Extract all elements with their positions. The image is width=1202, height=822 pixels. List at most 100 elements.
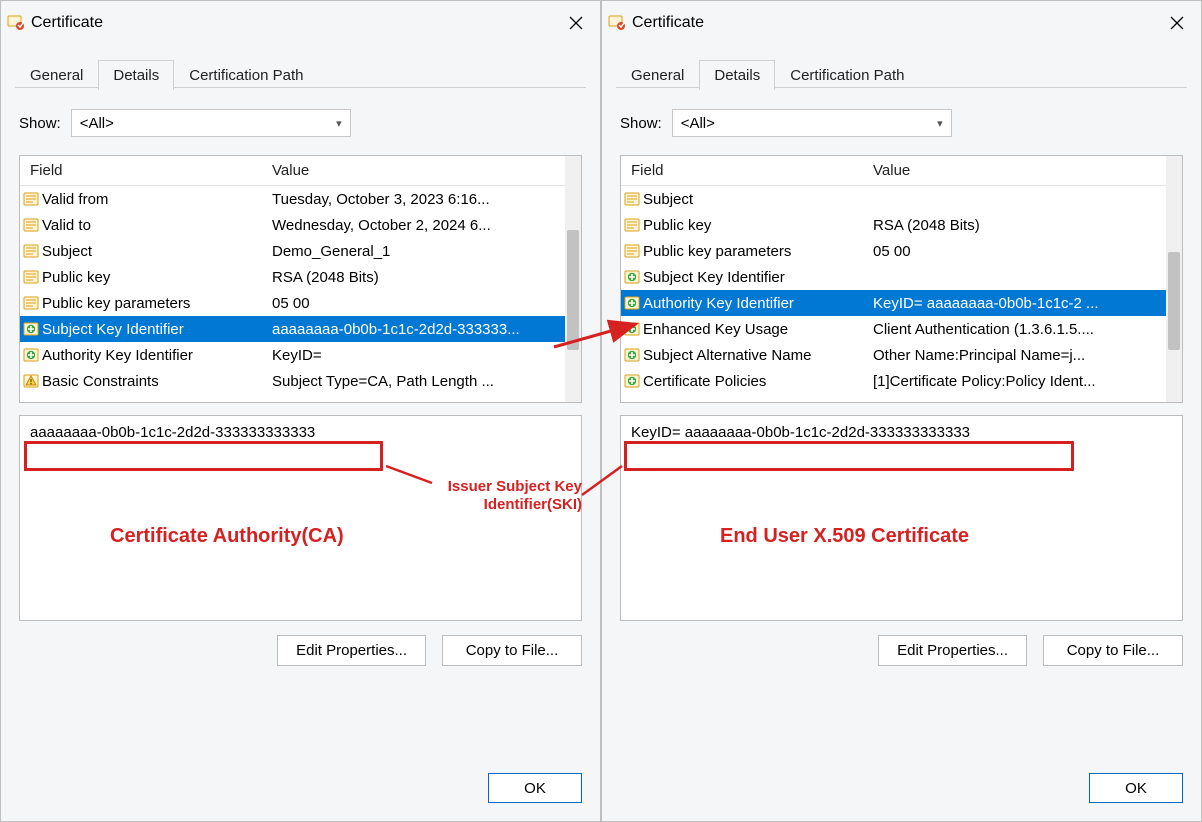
table-row[interactable]: Subject Alternative NameOther Name:Princ… <box>621 342 1166 368</box>
close-button[interactable] <box>1153 1 1201 45</box>
header-field[interactable]: Field <box>621 162 873 179</box>
value-cell: 05 00 <box>272 295 565 312</box>
certificate-icon <box>7 14 25 32</box>
details-pane: aaaaaaaa-0b0b-1c1c-2d2d-333333333333 <box>19 415 582 621</box>
tab-certification-path[interactable]: Certification Path <box>174 60 318 90</box>
edit-properties-button[interactable]: Edit Properties... <box>277 635 426 666</box>
field-cell: Public key parameters <box>42 295 272 312</box>
table-row[interactable]: Public keyRSA (2048 Bits) <box>621 212 1166 238</box>
button-row: Edit Properties... Copy to File... <box>620 635 1183 666</box>
fields-listview: Field Value Subject Public keyRSA (2048 B… <box>620 155 1183 403</box>
field-cell: Subject Key Identifier <box>42 321 272 338</box>
property-icon <box>621 217 643 233</box>
scrollbar-track[interactable] <box>565 156 581 402</box>
property-icon <box>20 295 42 311</box>
tab-general[interactable]: General <box>15 60 98 90</box>
show-label: Show: <box>620 115 662 132</box>
value-cell: RSA (2048 Bits) <box>272 269 565 286</box>
copy-to-file-button[interactable]: Copy to File... <box>1043 635 1183 666</box>
show-label: Show: <box>19 115 61 132</box>
details-text: KeyID= aaaaaaaa-0b0b-1c1c-2d2d-333333333… <box>631 424 970 441</box>
certificate-dialog-right: Certificate General Details Certificatio… <box>601 0 1202 822</box>
chevron-down-icon: ▾ <box>937 117 943 130</box>
table-row[interactable]: Subject Key Identifier <box>621 264 1166 290</box>
button-row: Edit Properties... Copy to File... <box>19 635 582 666</box>
tab-general[interactable]: General <box>616 60 699 90</box>
value-cell: Demo_General_1 <box>272 243 565 260</box>
table-row[interactable]: Valid toWednesday, October 2, 2024 6... <box>20 212 565 238</box>
table-row[interactable]: Basic ConstraintsSubject Type=CA, Path L… <box>20 368 565 394</box>
field-cell: Authority Key Identifier <box>42 347 272 364</box>
show-row: Show: <All> ▾ <box>19 109 582 137</box>
field-cell: Valid from <box>42 191 272 208</box>
titlebar: Certificate <box>602 1 1201 45</box>
table-row[interactable]: Public key parameters05 00 <box>621 238 1166 264</box>
field-cell: Public key parameters <box>643 243 873 260</box>
tab-details[interactable]: Details <box>98 60 174 90</box>
table-row[interactable]: Public key parameters05 00 <box>20 290 565 316</box>
field-cell: Authority Key Identifier <box>643 295 873 312</box>
titlebar: Certificate <box>1 1 600 45</box>
field-cell: Subject <box>643 191 873 208</box>
close-button[interactable] <box>552 1 600 45</box>
footer: OK <box>1 773 600 821</box>
show-dropdown[interactable]: <All> ▾ <box>672 109 952 137</box>
field-cell: Enhanced Key Usage <box>643 321 873 338</box>
table-row[interactable]: Subject Key Identifieraaaaaaaa-0b0b-1c1c… <box>20 316 565 342</box>
header-field[interactable]: Field <box>20 162 272 179</box>
table-row[interactable]: SubjectDemo_General_1 <box>20 238 565 264</box>
show-dropdown[interactable]: <All> ▾ <box>71 109 351 137</box>
tab-strip: General Details Certification Path <box>602 45 1201 89</box>
tab-details[interactable]: Details <box>699 60 775 90</box>
extension-icon <box>20 347 42 363</box>
table-row[interactable]: Public keyRSA (2048 Bits) <box>20 264 565 290</box>
extension-icon <box>621 295 643 311</box>
value-cell: [1]Certificate Policy:Policy Ident... <box>873 373 1166 390</box>
table-row[interactable]: Valid fromTuesday, October 3, 2023 6:16.… <box>20 186 565 212</box>
value-cell: RSA (2048 Bits) <box>873 217 1166 234</box>
listview-header: Field Value <box>20 156 581 186</box>
copy-to-file-button[interactable]: Copy to File... <box>442 635 582 666</box>
field-cell: Subject <box>42 243 272 260</box>
value-cell: KeyID= <box>272 347 565 364</box>
table-row[interactable]: Authority Key IdentifierKeyID= aaaaaaaa-… <box>621 290 1166 316</box>
scrollbar-thumb[interactable] <box>1168 252 1180 350</box>
table-row[interactable]: Authority Key IdentifierKeyID= <box>20 342 565 368</box>
scrollbar[interactable] <box>1166 156 1182 402</box>
fields-listview: Field Value Valid fromTuesday, October 3… <box>19 155 582 403</box>
property-icon <box>20 269 42 285</box>
scrollbar[interactable] <box>565 156 581 402</box>
show-value: <All> <box>80 115 114 132</box>
listview-header: Field Value <box>621 156 1182 186</box>
field-cell: Valid to <box>42 217 272 234</box>
ok-button[interactable]: OK <box>488 773 582 803</box>
show-value: <All> <box>681 115 715 132</box>
ok-button[interactable]: OK <box>1089 773 1183 803</box>
close-icon <box>569 16 583 30</box>
certificate-dialog-left: Certificate General Details Certificatio… <box>0 0 601 822</box>
dialog-body: Show: <All> ▾ Field Value Subject Public … <box>602 89 1201 773</box>
listview-rows: SubjectPublic keyRSA (2048 Bits)Public k… <box>621 186 1166 402</box>
property-icon <box>621 243 643 259</box>
field-cell: Basic Constraints <box>42 373 272 390</box>
field-cell: Public key <box>643 217 873 234</box>
show-row: Show: <All> ▾ <box>620 109 1183 137</box>
header-value[interactable]: Value <box>873 162 1182 179</box>
extension-icon <box>20 321 42 337</box>
edit-properties-button[interactable]: Edit Properties... <box>878 635 1027 666</box>
value-cell: Tuesday, October 3, 2023 6:16... <box>272 191 565 208</box>
table-row[interactable]: Certificate Policies[1]Certificate Polic… <box>621 368 1166 394</box>
scrollbar-track[interactable] <box>1166 156 1182 402</box>
tab-certification-path[interactable]: Certification Path <box>775 60 919 90</box>
header-value[interactable]: Value <box>272 162 581 179</box>
table-row[interactable]: Enhanced Key UsageClient Authentication … <box>621 316 1166 342</box>
extension-icon <box>621 321 643 337</box>
scrollbar-thumb[interactable] <box>567 230 579 350</box>
extension-icon <box>621 269 643 285</box>
details-text: aaaaaaaa-0b0b-1c1c-2d2d-333333333333 <box>30 424 315 441</box>
footer: OK <box>602 773 1201 821</box>
dialog-body: Show: <All> ▾ Field Value Valid fromTues… <box>1 89 600 773</box>
value-cell: Wednesday, October 2, 2024 6... <box>272 217 565 234</box>
table-row[interactable]: Subject <box>621 186 1166 212</box>
chevron-down-icon: ▾ <box>336 117 342 130</box>
